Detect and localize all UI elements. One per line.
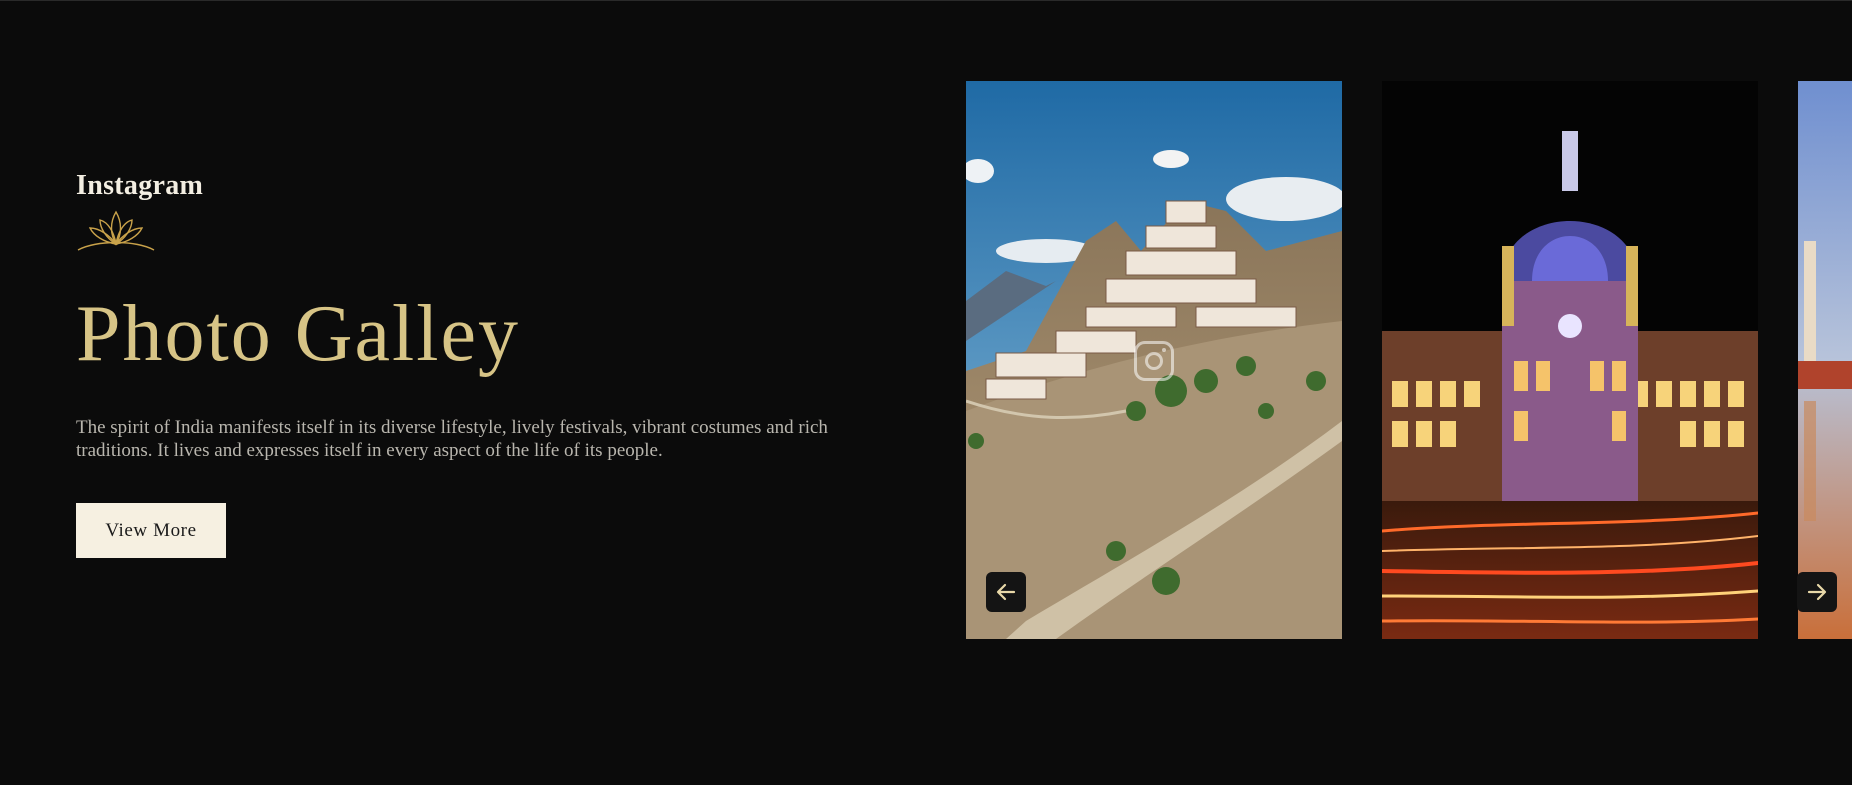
lotus-icon: [77, 210, 155, 251]
arrow-right-icon: [1807, 583, 1827, 601]
gallery-intro: Instagram Photo Galley The spirit of Ind…: [76, 170, 896, 558]
carousel-next-button[interactable]: [1797, 572, 1837, 612]
section-eyebrow: Instagram: [76, 170, 204, 201]
instagram-icon: [1134, 341, 1174, 381]
view-more-button[interactable]: View More: [76, 503, 226, 558]
gallery-photo-1[interactable]: [966, 81, 1342, 639]
carousel-prev-button[interactable]: [986, 572, 1026, 612]
gallery-photo-2[interactable]: [1382, 81, 1758, 639]
top-divider: [0, 0, 1852, 1]
photo-taj-reflection: [1798, 81, 1852, 639]
arrow-left-icon: [996, 583, 1016, 601]
gallery-photo-3[interactable]: [1798, 81, 1852, 639]
page-title: Photo Galley: [76, 290, 520, 378]
section-description: The spirit of India manifests itself in …: [76, 417, 828, 461]
photo-terminus-night: [1382, 81, 1758, 639]
